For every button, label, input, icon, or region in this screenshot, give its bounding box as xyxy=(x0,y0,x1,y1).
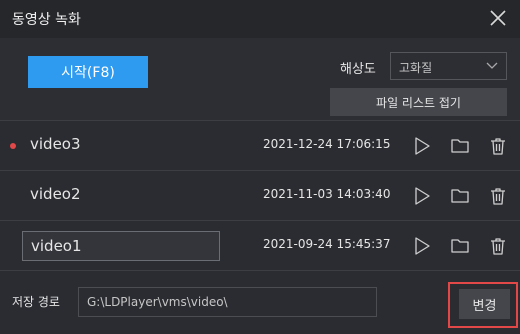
recording-date: 2021-09-24 15:45:37 xyxy=(263,237,391,251)
chevron-down-icon xyxy=(486,62,498,69)
controls-panel: 시작(F8) 해상도 고화질 파일 리스트 접기 xyxy=(0,38,520,120)
trash-icon[interactable] xyxy=(488,186,508,206)
save-path-field[interactable] xyxy=(78,287,377,317)
list-item[interactable]: video3 2021-12-24 17:06:15 xyxy=(0,120,520,170)
window-title: 동영상 녹화 xyxy=(12,12,81,28)
resolution-label: 해상도 xyxy=(340,62,376,77)
recording-date: 2021-11-03 14:03:40 xyxy=(263,187,391,201)
recording-name: video3 xyxy=(30,135,81,153)
title-bar: 동영상 녹화 xyxy=(0,0,520,38)
recording-name: video2 xyxy=(30,185,81,203)
change-path-button[interactable]: 변경 xyxy=(459,289,510,319)
folder-icon[interactable] xyxy=(450,136,470,156)
play-icon[interactable] xyxy=(412,186,432,206)
start-recording-button[interactable]: 시작(F8) xyxy=(28,56,148,88)
save-path-bar: 저장 경로 변경 xyxy=(0,270,520,334)
play-icon[interactable] xyxy=(412,136,432,156)
new-indicator-dot xyxy=(10,143,16,149)
folder-icon[interactable] xyxy=(450,186,470,206)
collapse-file-list-button[interactable]: 파일 리스트 접기 xyxy=(330,88,507,116)
close-icon[interactable] xyxy=(488,8,508,28)
list-item[interactable]: 2021-09-24 15:45:37 xyxy=(0,220,520,270)
trash-icon[interactable] xyxy=(488,236,508,256)
trash-icon[interactable] xyxy=(488,136,508,156)
resolution-select[interactable]: 고화질 xyxy=(390,52,507,80)
list-item[interactable]: video2 2021-11-03 14:03:40 xyxy=(0,170,520,220)
save-path-label: 저장 경로 xyxy=(12,295,60,309)
play-icon[interactable] xyxy=(412,236,432,256)
rename-input[interactable] xyxy=(22,231,220,261)
resolution-value: 고화질 xyxy=(399,61,433,75)
recording-date: 2021-12-24 17:06:15 xyxy=(263,137,391,151)
folder-icon[interactable] xyxy=(450,236,470,256)
